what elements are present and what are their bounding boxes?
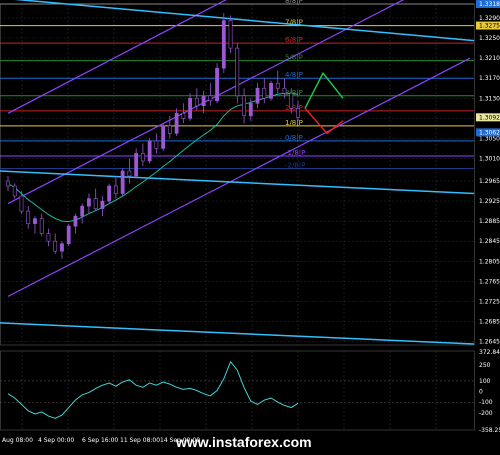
- oscillator-tick-label: 0: [479, 389, 483, 396]
- channel-middle-line: [7, 0, 405, 205]
- time-axis-label: 11 Sep 08:00: [120, 437, 160, 444]
- candle-body: [73, 215, 78, 227]
- price-tick-label: 1.3250: [479, 35, 500, 42]
- candle-body: [188, 97, 192, 119]
- murray-level-label: 8/8|P: [285, 0, 303, 5]
- candle-body: [154, 140, 159, 149]
- watermark-text: www.instaforex.com: [176, 434, 312, 450]
- price-tick-label: 1.2885: [479, 218, 500, 225]
- candle-body: [167, 125, 172, 134]
- candle-body: [140, 153, 145, 162]
- trend-line-upper: [14, 0, 475, 42]
- candle-body: [6, 180, 10, 187]
- price-tick-label: 1.3130: [479, 95, 500, 102]
- candle-body: [12, 185, 17, 197]
- candle-body: [26, 210, 31, 224]
- candle-body: [269, 82, 273, 99]
- murray-level-label: 5/8|P: [285, 54, 303, 62]
- price-tick-label: 1.2965: [479, 178, 500, 185]
- murray-level-label: 0/8|P: [285, 134, 303, 142]
- price-tick-label: 1.3010: [479, 155, 500, 162]
- murray-level-label: -2/8|P: [285, 161, 305, 169]
- candle-body: [39, 218, 44, 234]
- watermark: www.instaforex.com: [172, 432, 312, 452]
- price-tick-label: 1.3210: [479, 55, 500, 62]
- murray-level-label: 6/8|P: [285, 36, 303, 44]
- time-axis-label: 6 Sep 16:00: [82, 437, 118, 444]
- price-tick-label: 1.2925: [479, 198, 500, 205]
- candle-body: [215, 67, 219, 102]
- candle-body: [242, 95, 246, 117]
- oscillator-tick-label: 250: [479, 362, 491, 369]
- price-tick-label: 1.3170: [479, 75, 500, 82]
- oscillator-tick-label: 100: [479, 378, 491, 385]
- candle-body: [120, 170, 125, 194]
- candle-body: [46, 233, 51, 242]
- candle-body: [33, 218, 37, 224]
- candle-body: [93, 198, 98, 209]
- trend-line-lower: [0, 322, 475, 345]
- candle-body: [201, 95, 206, 107]
- candle-body: [248, 102, 253, 117]
- candle-body: [262, 87, 267, 99]
- price-badge-value: 1.3092: [479, 114, 500, 121]
- price-tick-label: 1.2805: [479, 258, 500, 265]
- candle-body: [194, 97, 199, 107]
- time-axis-label: Aug 08:00: [2, 437, 33, 444]
- price-tick-label: 1.2645: [479, 338, 500, 345]
- murray-level-label: 4/8|P: [285, 71, 303, 79]
- murray-level-label: 1/8|P: [285, 119, 303, 127]
- price-tick-label: 1.3050: [479, 135, 500, 142]
- candle-body: [296, 108, 300, 118]
- candle-body: [66, 225, 71, 245]
- murray-level-label: -1/8|P: [285, 149, 305, 157]
- candle-body: [100, 200, 105, 209]
- candle-body: [161, 125, 166, 149]
- candle-body: [147, 140, 152, 162]
- candle-body: [107, 185, 112, 202]
- price-tick-label: 1.2725: [479, 298, 500, 305]
- murray-level-label: 2/8|P: [285, 104, 303, 112]
- candle-body: [174, 113, 179, 134]
- candle-body: [275, 82, 280, 89]
- candle-body: [282, 87, 287, 94]
- chart-canvas: 1.32901.32501.32101.31701.31301.30901.30…: [0, 0, 500, 444]
- candle-body: [127, 170, 132, 177]
- candle-body: [235, 47, 240, 97]
- candle-body: [134, 153, 139, 177]
- candle-body: [53, 240, 58, 252]
- moving-average-line: [7, 92, 299, 223]
- chart-window: 1.32901.32501.32101.31701.31301.30901.30…: [0, 0, 500, 455]
- price-tick-label: 1.2765: [479, 278, 500, 285]
- forecast-down-arrow: [304, 107, 344, 135]
- price-badge-value: 1.3275: [479, 23, 500, 30]
- oscillator-tick-label: -200: [479, 410, 493, 417]
- oscillator-line: [7, 360, 299, 419]
- oscillator-tick-label: -358.25: [479, 427, 500, 434]
- candle-body: [87, 198, 91, 207]
- candle-body: [60, 243, 64, 252]
- candle-body: [114, 185, 118, 194]
- price-tick-label: 1.2685: [479, 318, 500, 325]
- price-badge-value: 1.3062: [479, 129, 500, 136]
- price-badge-value: 1.3318: [479, 1, 500, 8]
- oscillator-plot-frame: [0, 350, 475, 431]
- candle-body: [228, 20, 233, 49]
- candle-body: [255, 87, 260, 104]
- trend-line-middle: [0, 170, 475, 195]
- oscillator-tick-label: -100: [479, 399, 493, 406]
- price-tick-label: 1.3290: [479, 15, 500, 22]
- candle-body: [289, 92, 294, 109]
- candle-body: [181, 113, 186, 119]
- murray-level-label: 3/8|P: [285, 89, 303, 97]
- time-axis-label: 4 Sep 00:00: [38, 437, 74, 444]
- candle-body: [19, 195, 24, 212]
- price-tick-label: 1.2845: [479, 238, 500, 245]
- oscillator-tick-label: 372.8496: [479, 349, 500, 356]
- candle-body: [80, 205, 85, 217]
- candle-body: [221, 20, 226, 69]
- candle-body: [208, 95, 213, 102]
